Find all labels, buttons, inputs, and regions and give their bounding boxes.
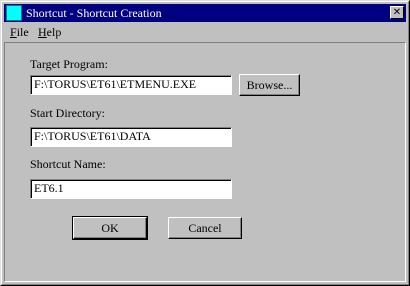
menu-help[interactable]: Help <box>38 25 61 39</box>
browse-button[interactable]: Browse... <box>239 74 300 96</box>
close-button[interactable]: ✕ <box>390 6 404 19</box>
menu-bar: File Help <box>4 23 406 41</box>
shortcut-name-label: Shortcut Name: <box>30 157 106 171</box>
ok-button[interactable]: OK <box>72 216 148 240</box>
dialog-window: Shortcut - Shortcut Creation ✕ File Help… <box>0 0 410 286</box>
dialog-client-area: Target Program: F:\TORUS\ET61\ETMENU.EXE… <box>4 42 406 282</box>
cancel-button[interactable]: Cancel <box>168 217 242 239</box>
close-icon: ✕ <box>392 7 402 18</box>
target-program-input[interactable]: F:\TORUS\ET61\ETMENU.EXE <box>30 75 232 95</box>
target-program-label: Target Program: <box>30 57 108 71</box>
start-directory-input[interactable]: F:\TORUS\ET61\DATA <box>30 127 232 147</box>
shortcut-app-icon[interactable] <box>6 5 22 21</box>
menu-file[interactable]: File <box>10 25 29 39</box>
window-title: Shortcut - Shortcut Creation <box>26 6 162 20</box>
shortcut-name-input[interactable]: ET6.1 <box>30 179 232 199</box>
title-bar[interactable]: Shortcut - Shortcut Creation ✕ <box>4 4 406 22</box>
start-directory-label: Start Directory: <box>30 106 105 120</box>
